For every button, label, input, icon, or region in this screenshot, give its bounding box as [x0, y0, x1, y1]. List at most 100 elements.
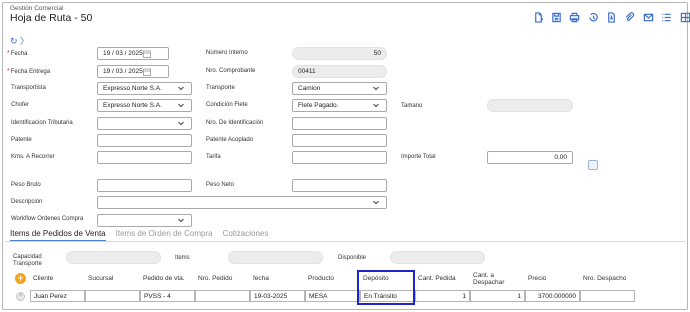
chevron-down-icon	[177, 119, 186, 128]
fecha-input[interactable]: 19 / 03 / 2025	[97, 47, 169, 60]
cell-precio[interactable]: 3700.000000	[525, 290, 580, 302]
new-document-icon[interactable]	[530, 10, 546, 24]
refresh-icon[interactable]: ↻ 〉	[10, 34, 29, 47]
fecha-entrega-value: 19 / 03 / 2025	[103, 68, 143, 75]
tarifa-input[interactable]	[292, 151, 387, 164]
col-nro-pedido[interactable]: Nro. Pedido	[198, 275, 232, 282]
disponible-label: Disponible	[338, 255, 367, 261]
condicion-flete-select[interactable]: Flete Pagado.	[292, 99, 387, 112]
print-icon[interactable]	[567, 10, 583, 24]
tamano-field	[487, 99, 573, 112]
chevron-down-icon	[372, 84, 381, 93]
importe-total-label: Importe Total	[401, 154, 436, 160]
chofer-label: Chofer	[11, 102, 30, 108]
cell-pedido-vta[interactable]: PVSS - 4	[140, 290, 195, 302]
row-action-icon[interactable]: ×	[16, 292, 25, 301]
patente-acoplado-label: Patente Acoplado	[206, 137, 254, 143]
chevron-down-icon	[177, 101, 186, 110]
col-pedido-vta[interactable]: Pedido de vta.	[143, 275, 185, 282]
chevron-down-icon	[372, 101, 381, 110]
workflow-label: Workflow Ordenes Compra	[11, 216, 84, 222]
col-sucursal[interactable]: Sucursal	[88, 275, 113, 282]
col-cant-despachar[interactable]: Cant. a Despachar	[473, 272, 518, 286]
cell-nro-despacho[interactable]	[580, 290, 635, 302]
workflow-select[interactable]	[97, 214, 192, 227]
chofer-value: Expresso Norte S.A.	[103, 102, 162, 109]
chevron-down-icon	[177, 84, 186, 93]
required-marker: *	[7, 50, 10, 57]
cell-cliente[interactable]: Juan Perez	[30, 290, 85, 302]
fecha-value: 19 / 03 / 2025	[103, 50, 143, 57]
tamano-label: Tamano	[401, 103, 423, 109]
peso-bruto-label: Peso Bruto	[11, 182, 41, 188]
importe-total-input[interactable]: 0.00	[487, 151, 573, 164]
list-icon[interactable]	[659, 10, 675, 24]
fecha-entrega-label: *Fecha Entrega	[7, 68, 51, 75]
fecha-entrega-input[interactable]: 19 / 03 / 2025	[97, 65, 169, 78]
email-icon[interactable]	[640, 10, 656, 24]
kms-label: Kms. A Recorrer	[11, 154, 55, 160]
capacidad-field	[66, 251, 161, 264]
chevron-down-icon	[372, 198, 381, 207]
pdf-icon[interactable]	[604, 10, 620, 24]
peso-bruto-input[interactable]	[97, 179, 192, 192]
add-row-button[interactable]: +	[15, 273, 26, 284]
transporte-value: Camion	[298, 85, 321, 92]
numero-interno-field: 50	[292, 47, 387, 60]
calendar-icon[interactable]	[142, 68, 151, 76]
disponible-field	[390, 251, 485, 264]
col-cant-pedida[interactable]: Cant. Pedida	[418, 275, 456, 282]
patente-acoplado-input[interactable]	[292, 134, 387, 147]
page-title: Hoja de Ruta - 50	[10, 12, 93, 24]
nro-comprobante-label: Nro. Comprobante	[206, 68, 256, 74]
identificacion-select[interactable]	[97, 117, 192, 130]
cell-nro-pedido[interactable]	[195, 290, 250, 302]
cell-sucursal[interactable]	[85, 290, 140, 302]
transportista-label: Transportista	[11, 85, 46, 91]
cell-cant-despachar[interactable]: 1	[470, 290, 525, 302]
history-icon[interactable]	[585, 10, 601, 24]
col-producto[interactable]: Producto	[308, 275, 334, 282]
fecha-label: *Fecha	[7, 50, 28, 57]
nro-identificacion-input[interactable]	[292, 117, 387, 130]
chofer-select[interactable]: Expresso Norte S.A.	[97, 99, 192, 112]
chevron-down-icon	[177, 216, 186, 225]
transporte-label: Transporte	[206, 85, 235, 91]
tarifa-label: Tarifa	[206, 154, 221, 160]
items-field	[228, 251, 323, 264]
transportista-value: Expresso Norte S.A.	[103, 85, 162, 92]
attach-icon[interactable]	[622, 10, 638, 24]
col-precio[interactable]: Precio	[528, 275, 546, 282]
condicion-flete-value: Flete Pagado.	[298, 102, 339, 109]
deposito-highlight-box	[357, 270, 415, 305]
toolbar	[530, 10, 690, 24]
nro-comprobante-field: 00411	[292, 65, 387, 78]
transportista-select[interactable]: Expresso Norte S.A.	[97, 82, 192, 95]
col-fecha[interactable]: fecha	[253, 275, 269, 282]
cell-fecha[interactable]: 19-03-2025	[250, 290, 305, 302]
calendar-icon[interactable]	[142, 50, 151, 58]
kms-input[interactable]	[97, 151, 192, 164]
peso-neto-label: Peso Neto	[206, 182, 235, 188]
save-icon[interactable]	[548, 10, 564, 24]
identificacion-label: Identificacion Tributaria	[11, 120, 73, 126]
patente-input[interactable]	[97, 134, 192, 147]
patente-label: Patente	[11, 137, 32, 143]
col-nro-despacho[interactable]: Nro. Despacho	[583, 275, 626, 282]
grid-icon[interactable]	[677, 10, 690, 24]
numero-interno-label: Número Interno	[206, 50, 248, 56]
required-marker: *	[7, 68, 10, 75]
calculator-icon[interactable]	[588, 160, 598, 170]
peso-neto-input[interactable]	[292, 179, 387, 192]
capacidad-label: Capacidad Transporte	[13, 254, 42, 267]
cell-producto[interactable]: MESA	[305, 290, 360, 302]
cell-cant-pedida[interactable]: 1	[415, 290, 470, 302]
transporte-select[interactable]: Camion	[292, 82, 387, 95]
items-label: Items	[175, 255, 190, 261]
descripcion-label: Descripción	[11, 199, 43, 205]
condicion-flete-label: Condición Flete	[206, 102, 248, 108]
module-name: Gestión Comercial	[10, 5, 64, 12]
col-cliente[interactable]: Cliente	[33, 275, 53, 282]
descripcion-select[interactable]	[97, 196, 387, 209]
tab-divider	[5, 241, 685, 242]
